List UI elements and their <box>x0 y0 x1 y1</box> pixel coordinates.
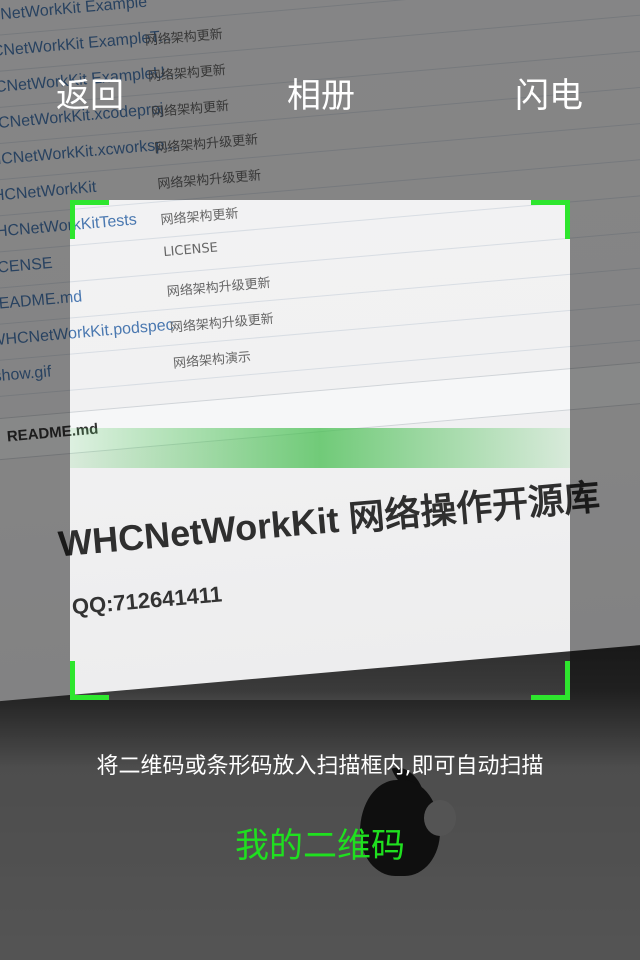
scan-hint: 将二维码或条形码放入扫描框内,即可自动扫描 <box>96 754 544 779</box>
scan-corner-bottom-left <box>70 661 109 700</box>
scan-corner-bottom-right <box>531 661 570 700</box>
scan-corner-top-left <box>70 200 109 239</box>
scan-line <box>70 428 570 468</box>
back-button[interactable]: 返回 <box>56 68 124 117</box>
dim-overlay-left <box>0 200 70 700</box>
album-button[interactable]: 相册 <box>287 68 355 117</box>
scan-frame <box>70 200 570 700</box>
my-qrcode-button[interactable]: 我的二维码 <box>0 818 640 867</box>
dim-overlay-right <box>570 200 640 700</box>
flash-button[interactable]: 闪电 <box>515 68 583 117</box>
scan-corner-top-right <box>531 200 570 239</box>
